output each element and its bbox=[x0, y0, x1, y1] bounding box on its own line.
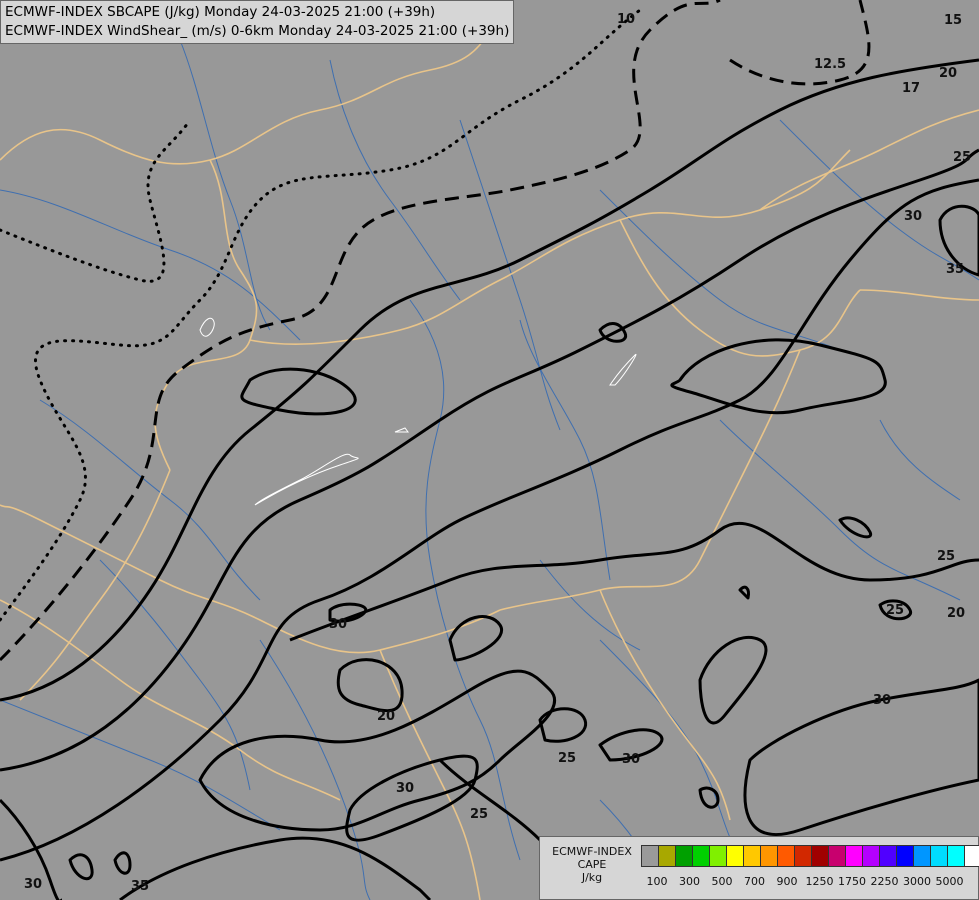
legend-swatch bbox=[675, 845, 693, 867]
legend-swatch bbox=[692, 845, 710, 867]
weather-map: 10 12.5 15 17 20 25 30 35 30 20 25 30 30… bbox=[0, 0, 979, 900]
legend-swatch bbox=[879, 845, 897, 867]
legend-swatch bbox=[811, 845, 829, 867]
legend-tick: 700 bbox=[744, 875, 765, 888]
legend-swatch bbox=[828, 845, 846, 867]
contour-label: 30 bbox=[24, 877, 42, 892]
legend-variable: CAPE bbox=[577, 858, 607, 871]
legend-tick: 2250 bbox=[870, 875, 899, 888]
legend-tick: 5000 bbox=[935, 875, 964, 888]
contour-label: 25 bbox=[470, 807, 488, 822]
legend-swatch bbox=[777, 845, 795, 867]
contour-label: 35 bbox=[946, 262, 964, 277]
contour-label: 15 bbox=[944, 13, 962, 28]
legend-ticks: 100 300 500 700 900 1250 1750 2250 3000 5000 bbox=[641, 875, 971, 889]
contour-label: 20 bbox=[939, 66, 957, 81]
legend-swatch bbox=[760, 845, 778, 867]
legend-tick: 1250 bbox=[805, 875, 834, 888]
contour-label: 10 bbox=[617, 12, 635, 27]
contour-label: 30 bbox=[873, 693, 891, 708]
legend-swatch bbox=[658, 845, 676, 867]
contour-label: 25 bbox=[886, 603, 904, 618]
contour-label: 25 bbox=[953, 150, 971, 165]
legend-swatch bbox=[896, 845, 914, 867]
legend-swatch bbox=[930, 845, 948, 867]
legend-swatch bbox=[726, 845, 744, 867]
legend-swatch bbox=[845, 845, 863, 867]
legend-swatch bbox=[641, 845, 659, 867]
legend-swatch bbox=[862, 845, 880, 867]
cape-legend: ECMWF-INDEX CAPE J/kg 100 300 500 700 900 125… bbox=[539, 836, 979, 900]
contour-label: 17 bbox=[902, 81, 920, 96]
legend-swatch bbox=[964, 845, 979, 867]
legend-unit: J/kg bbox=[581, 871, 603, 884]
legend-swatches bbox=[641, 845, 979, 867]
legend-swatch bbox=[794, 845, 812, 867]
contour-label: 30 bbox=[622, 752, 640, 767]
legend-label: ECMWF-INDEX CAPE J/kg bbox=[544, 845, 640, 884]
contour-label: 35 bbox=[131, 879, 149, 894]
contour-label: 25 bbox=[937, 549, 955, 564]
legend-tick: 100 bbox=[646, 875, 668, 888]
map-background bbox=[0, 0, 979, 900]
contour-label: 30 bbox=[396, 781, 414, 796]
title-line-cape: ECMWF-INDEX SBCAPE (J/kg) Monday 24-03-2… bbox=[5, 4, 436, 20]
legend-swatch bbox=[947, 845, 965, 867]
contour-label: 25 bbox=[558, 751, 576, 766]
contour-label: 30 bbox=[904, 209, 922, 224]
legend-swatch bbox=[913, 845, 931, 867]
legend-tick: 300 bbox=[679, 875, 700, 888]
legend-tick: 500 bbox=[711, 875, 733, 888]
legend-tick: 900 bbox=[776, 875, 798, 888]
legend-swatch bbox=[709, 845, 727, 867]
legend-swatch bbox=[743, 845, 761, 867]
contour-label: 12.5 bbox=[814, 57, 846, 72]
title-line-windshear: ECMWF-INDEX WindShear_ (m/s) 0-6km Monda… bbox=[5, 23, 510, 39]
contour-label: 20 bbox=[377, 709, 395, 724]
legend-source: ECMWF-INDEX bbox=[552, 845, 632, 858]
map-title: ECMWF-INDEX SBCAPE (J/kg) Monday 24-03-2… bbox=[0, 0, 515, 44]
contour-label: 20 bbox=[947, 606, 965, 621]
contour-label: 30 bbox=[329, 617, 347, 632]
legend-tick: 1750 bbox=[838, 875, 866, 888]
legend-tick: 3000 bbox=[903, 875, 931, 888]
